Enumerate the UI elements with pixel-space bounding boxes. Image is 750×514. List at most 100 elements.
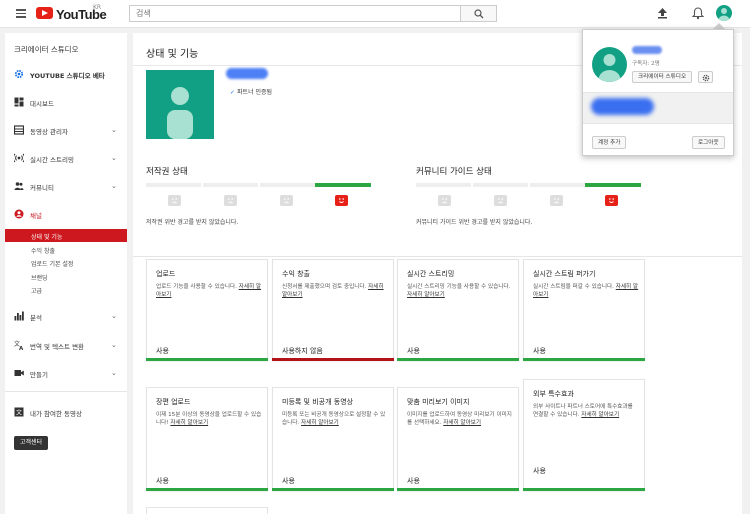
add-account-button[interactable]: 계정 추가 [592, 136, 627, 149]
learn-more-link[interactable]: 자세히 알아보기 [407, 292, 445, 298]
feature-card-status: 사용 [407, 477, 420, 485]
feature-card-status: 사용 [282, 477, 295, 485]
learn-more-link[interactable]: 자세히 알아보기 [301, 420, 339, 426]
sidebar-subitem-label: 브랜딩 [31, 275, 48, 282]
feature-card-title: 장편 업로드 [156, 398, 191, 406]
chevron-down-icon: ⌄ [111, 369, 117, 377]
chevron-down-icon: ⌄ [111, 182, 117, 190]
help-center-button[interactable]: 고객센터 [14, 436, 49, 450]
feature-card-desc: 실시간 스트림을 퍼갈 수 있습니다. 자세히 알아보기 [533, 284, 639, 298]
sidebar-item-label: 대시보드 [30, 100, 54, 108]
feature-card-desc: 이제 15분 이상의 동영상을 업로드할 수 있습니다! 자세히 알아보기 [156, 412, 262, 426]
search-box [129, 5, 461, 22]
account-avatar[interactable] [716, 5, 732, 21]
feature-card-desc: 업로드 기능을 사용할 수 있습니다. 자세히 알아보기 [156, 284, 262, 298]
sidebar-item-label: 번역 및 텍스트 변환 [30, 343, 85, 351]
sidebar-item-community[interactable]: 커뮤니티 ⌄ [5, 179, 127, 193]
feature-card-status: 사용 [533, 347, 546, 355]
search-input[interactable] [130, 6, 460, 21]
upload-icon[interactable] [657, 7, 668, 19]
sidebar-item-contributions[interactable]: 文 내가 참여한 동영상 [5, 405, 127, 419]
subscriber-count: 구독자: 2명 [632, 61, 660, 67]
feature-card-status: 사용하지 않음 [282, 347, 323, 355]
sad-face-icon [280, 195, 293, 206]
sidebar-item-label: 동영상 관리자 [30, 128, 68, 136]
section-divider [133, 256, 750, 257]
sidebar-subitem-upload-defaults[interactable]: 업로드 기본 설정 [5, 256, 127, 269]
creator-studio-button[interactable]: 크리에이터 스튜디오 [632, 71, 693, 83]
create-icon [14, 370, 24, 376]
feature-card-live-streaming: 실시간 스트리밍 실시간 스트리밍 기능을 사용할 수 있습니다. 자세히 알아… [397, 259, 519, 361]
sidebar-subitem-label: 업로드 기본 설정 [31, 261, 74, 268]
feature-card-monetization: 수익 창출 신청서를 제출했으며 검토 중입니다. 자세히 알아보기 사용하지 … [272, 259, 394, 361]
live-icon [14, 153, 24, 163]
sidebar-subitem-monetization[interactable]: 수익 창출 [5, 243, 127, 256]
learn-more-link[interactable]: 자세히 알아보기 [443, 420, 481, 426]
popup-avatar[interactable] [592, 47, 627, 82]
menu-icon[interactable] [16, 9, 26, 18]
avatar-person-icon [598, 54, 621, 82]
sidebar-item-dashboard[interactable]: 대시보드 [5, 95, 127, 109]
region-code: KR [93, 4, 102, 11]
feature-card-desc: 미등록 또는 비공개 동영상으로 설정할 수 있습니다. 자세히 알아보기 [282, 412, 386, 426]
account-name-redacted [632, 46, 662, 54]
sidebar-item-live[interactable]: 실시간 스트리밍 ⌄ [5, 151, 127, 165]
channel-name-redacted [226, 68, 268, 79]
learn-more-link[interactable]: 자세히 알아보기 [581, 412, 619, 418]
gear-icon [14, 69, 24, 79]
account-popup: 구독자: 2명 크리에이터 스튜디오 계정 추가 로그아웃 [582, 29, 734, 156]
sad-face-icon [438, 195, 451, 206]
happy-face-icon [335, 195, 348, 206]
sidebar-item-analytics[interactable]: 분석 ⌄ [5, 309, 127, 323]
sidebar-item-label: 채널 [30, 212, 42, 220]
status-bar [272, 358, 394, 361]
logout-button[interactable]: 로그아웃 [692, 136, 725, 149]
sidebar-item-label: 내가 참여한 동영상 [30, 410, 82, 418]
community-status-title: 커뮤니티 가이드 상태 [416, 167, 492, 177]
notifications-bell-icon[interactable] [692, 7, 704, 20]
status-bar [397, 358, 519, 361]
sidebar-item-video-manager[interactable]: 동영상 관리자 ⌄ [5, 123, 127, 137]
sidebar-item-create[interactable]: 만들기 ⌄ [5, 366, 127, 380]
settings-button[interactable] [698, 71, 713, 83]
learn-more-link[interactable]: 자세히 알아보기 [170, 420, 208, 426]
sidebar-item-label: YOUTUBE 스튜디오 베타 [30, 72, 105, 80]
checkmark-icon: ✓ [230, 89, 236, 96]
feature-card-title: 실시간 스트리밍 [407, 270, 455, 278]
search-icon [474, 9, 484, 19]
happy-face-icon [605, 195, 618, 206]
feature-card-live-embed: 실시간 스트림 퍼가기 실시간 스트림을 퍼갈 수 있습니다. 자세히 알아보기… [523, 259, 645, 361]
sad-face-icon [550, 195, 563, 206]
copyright-status-title: 저작권 상태 [146, 167, 188, 177]
feature-card-desc: 외부 사이트나 파트너 스토어에 특수효과를 연결할 수 있습니다. 자세히 알… [533, 404, 633, 418]
sidebar-subitem-status-features[interactable]: 상태 및 기능 [5, 229, 127, 242]
feature-card-title: 외부 특수효과 [533, 390, 574, 398]
sidebar-item-channel[interactable]: 채널 [5, 207, 127, 221]
status-bar [146, 358, 268, 361]
feature-card-partial [146, 507, 268, 514]
status-bar [146, 488, 268, 491]
feature-card-title: 미등록 및 비공개 동영상 [282, 398, 354, 406]
scrollbar[interactable] [742, 33, 750, 514]
youtube-logo-icon[interactable] [36, 7, 53, 19]
channel-avatar [146, 70, 214, 139]
sidebar-item-studio-beta[interactable]: YOUTUBE 스튜디오 베타 [5, 67, 127, 81]
search-button[interactable] [461, 5, 497, 22]
gear-icon [702, 74, 710, 82]
top-bar: YouTube KR [0, 0, 750, 28]
page-title: 상태 및 기능 [146, 49, 199, 60]
brand-account-row[interactable] [583, 92, 733, 124]
sidebar-item-translations[interactable]: 文A 번역 및 텍스트 변환 ⌄ [5, 338, 127, 352]
copyright-status-message: 저작권 위반 경고를 받지 않았습니다. [146, 219, 239, 226]
sad-face-icon [494, 195, 507, 206]
feature-card-desc: 신청서를 제출했으며 검토 중입니다. 자세히 알아보기 [282, 284, 384, 298]
sidebar-subitem-label: 수익 창출 [31, 248, 55, 255]
channel-icon [14, 209, 24, 219]
partner-verified-label: ✓ 파트너 인증됨 [230, 89, 273, 96]
sidebar-divider [5, 391, 127, 392]
sidebar-title: 크리에이터 스튜디오 [14, 45, 79, 54]
status-bar [272, 488, 394, 491]
sidebar-subitem-branding[interactable]: 브랜딩 [5, 270, 127, 283]
sidebar-subitem-advanced[interactable]: 고급 [5, 283, 127, 296]
sidebar-item-label: 커뮤니티 [30, 184, 54, 192]
